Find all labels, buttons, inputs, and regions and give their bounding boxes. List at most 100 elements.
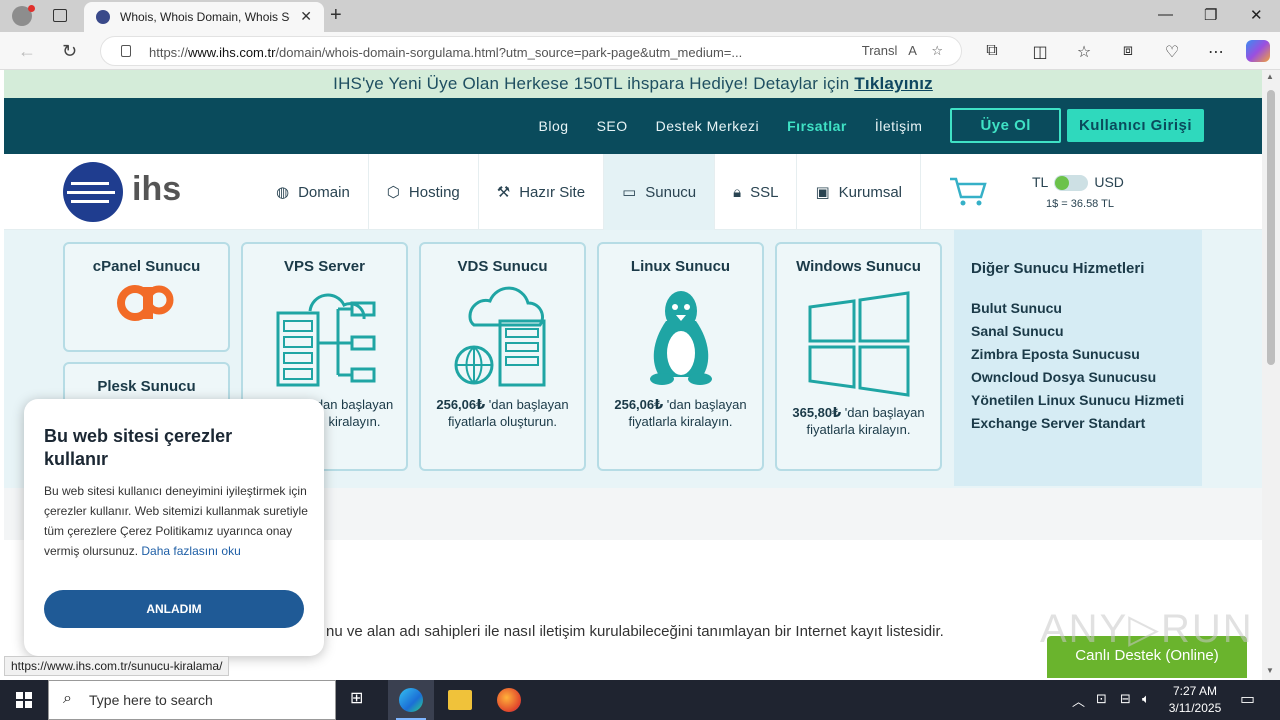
linux-penguin-icon [649,291,712,385]
tray-network-icon[interactable]: ⊡ [1096,691,1107,707]
menu-hosting[interactable]: ⬡ Hosting [369,154,479,230]
cart-icon[interactable] [948,176,988,216]
tray-wifi-icon[interactable]: ⊟ [1120,691,1131,707]
side-item-zimbra[interactable]: Zimbra Eposta Sunucusu [971,346,1140,362]
restore-icon[interactable]: ❐ [1204,6,1217,24]
cookie-read-more-link[interactable]: Daha fazlasını oku [141,544,240,558]
vps-server-icon [276,293,375,387]
windows-taskbar: ⌕ Type here to search ⊞ ︿ ⊡ ⊟ 🔈︎ 7:27 AM… [0,680,1280,720]
nav-contact[interactable]: İletişim [875,118,923,134]
edge-icon [399,688,423,712]
cookie-title: Bu web sitesi çerezler kullanır [44,426,233,469]
copilot-icon[interactable] [1246,40,1270,62]
menu-domain[interactable]: ◍ Domain [258,154,369,230]
card-title: cPanel Sunucu [92,258,201,275]
windows-logo-icon [808,291,909,397]
card-price: 365,80₺ [792,405,842,420]
cookie-accept-button[interactable]: ANLADIM [44,590,304,628]
firefox-icon[interactable] [497,688,521,712]
favorites-icon[interactable]: ☆ [1074,42,1094,62]
card-vds[interactable]: VDS Sunucu 256,06₺ 'dan başlayan fiyatla… [419,242,586,471]
menu-server[interactable]: ▭ Sunucu [604,154,716,230]
side-title: Diğer Sunucu Hizmetleri [971,260,1145,277]
edge-taskbar-button[interactable] [388,680,434,720]
menu-ssl[interactable]: 🔒︎ SSL [715,154,798,230]
card-desc: 256,06₺ 'dan başlayan fiyatlarla oluştur… [436,397,569,429]
notifications-icon[interactable]: ▭ [1240,689,1255,709]
vds-server-icon [454,286,545,387]
card-title: VPS Server [284,258,365,275]
exchange-rate: 1$ = 36.58 TL [1046,198,1114,210]
promo-text: IHS'ye Yeni Üye Olan Herkese 150TL ihspa… [333,74,850,93]
cpanel-logo-icon [116,285,173,321]
browser-tab[interactable]: Whois, Whois Domain, Whois Sorgulama ✕ [84,2,324,32]
clock-date: 3/11/2025 [1168,701,1222,715]
url-text: https://www.ihs.com.tr/domain/whois-doma… [149,45,743,60]
box-icon: ⬡ [386,184,400,201]
more-menu-icon[interactable]: ⋯ [1206,42,1226,62]
tab-title: Whois, Whois Domain, Whois Sorgulama [120,10,290,24]
currency-toggle[interactable] [1054,175,1089,192]
extensions-icon[interactable]: ⧉ [982,42,1002,62]
nav-support-center[interactable]: Destek Merkezi [656,118,759,134]
split-screen-icon[interactable]: ◫ [1030,42,1050,62]
side-item-cloud[interactable]: Bulut Sunucu [971,300,1062,316]
translate-label[interactable]: Transl [862,43,898,58]
card-cpanel[interactable]: cPanel Sunucu [63,242,230,352]
browser-tab-bar: Whois, Whois Domain, Whois Sorgulama ✕ +… [0,0,1280,32]
back-icon[interactable]: ← [18,41,36,62]
cookie-dialog: Bu web sitesi çerezler kullanır Bu web s… [24,399,324,656]
tray-volume-icon[interactable]: 🔈︎ [1142,691,1150,707]
briefcase-icon: ▣ [815,184,830,201]
card-windows[interactable]: Windows Sunucu 365,80₺ 'dan başlayan fiy… [775,242,942,471]
side-item-managed-linux[interactable]: Yönetilen Linux Sunucu Hizmeti [971,392,1184,408]
menu-corporate[interactable]: ▣ Kurumsal [797,154,922,230]
file-explorer-icon[interactable] [448,690,472,710]
taskbar-clock[interactable]: 7:27 AM 3/11/2025 [1160,683,1230,717]
card-linux[interactable]: Linux Sunucu 256,06₺ 'dan başlayan fiyat… [597,242,764,471]
lock-icon [121,45,131,57]
refresh-icon[interactable]: ↻ [62,41,77,62]
logo-mark-icon[interactable] [63,162,123,222]
url-input[interactable]: https://www.ihs.com.tr/domain/whois-doma… [100,36,962,66]
close-tab-icon[interactable]: ✕ [300,8,312,25]
status-bar-url: https://www.ihs.com.tr/sunucu-kiralama/ [4,656,230,676]
tray-chevron-icon[interactable]: ︿ [1072,691,1085,710]
tab-actions-icon[interactable] [53,9,67,22]
register-button[interactable]: Üye Ol [950,108,1061,143]
globe-icon: ◍ [276,184,290,201]
card-title: VDS Sunucu [457,258,548,275]
collections-icon[interactable]: ⧈ [1118,42,1138,62]
card-price: 256,06₺ [614,397,664,412]
side-item-virtual[interactable]: Sanal Sunucu [971,323,1064,339]
logo-text[interactable]: ihs [132,170,181,209]
nav-seo[interactable]: SEO [597,118,628,134]
anyrun-watermark: ANY▷RUN [1040,607,1254,651]
close-window-icon[interactable]: ✕ [1250,6,1263,24]
card-title: Linux Sunucu [630,258,731,275]
menu-ready-site[interactable]: ⚒ Hazır Site [479,154,605,230]
start-icon[interactable] [16,692,32,708]
nav-deals[interactable]: Fırsatlar [787,118,847,134]
side-item-exchange[interactable]: Exchange Server Standart [971,415,1145,431]
promo-link[interactable]: Tıklayınız [854,74,933,93]
login-button[interactable]: Kullanıcı Girişi [1066,109,1204,142]
read-aloud-icon[interactable]: A [908,43,917,58]
taskbar-search[interactable]: ⌕ Type here to search [48,680,336,720]
favorite-star-icon[interactable]: ☆ [931,43,943,58]
side-item-owncloud[interactable]: Owncloud Dosya Sunucusu [971,369,1156,385]
lock-icon: 🔒︎ [733,183,742,201]
currency-switch[interactable]: TL USD [1032,174,1124,192]
server-icon: ▭ [622,184,637,201]
nav-blog[interactable]: Blog [539,118,569,134]
new-tab-icon[interactable]: + [330,4,342,27]
scrollbar-thumb[interactable] [1267,90,1275,365]
promo-banner: IHS'ye Yeni Üye Olan Herkese 150TL ihspa… [4,70,1262,98]
minimize-icon[interactable]: — [1158,6,1173,23]
card-title: Plesk Sunucu [97,378,196,395]
browser-essentials-icon[interactable]: ♡ [1162,42,1182,62]
task-view-icon[interactable]: ⊞ [350,688,374,712]
favicon-icon [96,10,110,24]
page-scrollbar[interactable]: ▲ ▼ [1262,70,1280,680]
search-icon: ⌕ [63,690,72,707]
